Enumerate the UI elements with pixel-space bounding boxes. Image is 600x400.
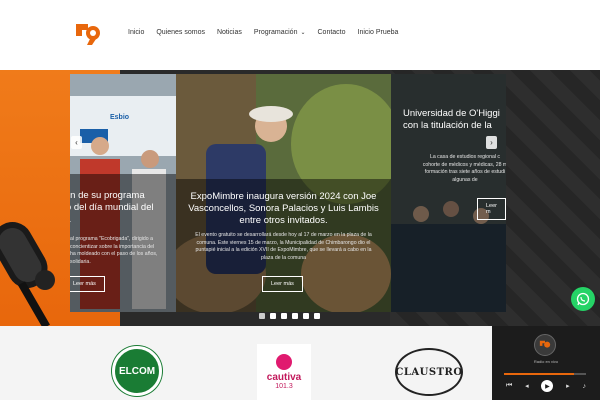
rewind-icon[interactable]: ⏮ [506,382,512,390]
nav-label: Inicio Prueba [357,29,399,36]
cautiva-logo-frequency: 101.3 [275,383,293,390]
slide-2-text: El evento gratuito se desarrollará desde… [195,232,372,261]
slide-1-text: al programa "Ecobrigada", dirigido a con… [70,236,158,265]
hero-slider: Esbio ción de su programa rco del día mu… [0,70,600,326]
player-progress-bar[interactable] [504,373,586,375]
slide-1[interactable]: Esbio ción de su programa rco del día mu… [70,74,176,312]
nav-label: Programación [253,29,298,36]
chevron-down-icon: ⌄ [300,30,306,36]
claustro-logo-text: CLAUSTRO [395,366,463,378]
page: Inicio Quienes somos Noticias Programaci… [0,0,600,400]
player-controls: ⏮ ◂ ▶ ▸ ♪ [506,380,586,392]
cautiva-logo-mark [276,354,292,370]
slider-dot[interactable] [281,313,287,319]
nav-label: Inicio [128,29,145,36]
back-icon[interactable]: ◂ [525,382,529,390]
nav-item-quienes-somos[interactable]: Quienes somos [156,29,205,36]
player-progress-fill [504,373,574,375]
slider-dot[interactable] [270,313,276,319]
main-nav: Inicio Quienes somos Noticias Programaci… [128,29,410,36]
slider-next-arrow[interactable]: › [486,136,497,149]
partners-strip: ELCOM cautiva 101.3 CLAUSTRO [0,326,492,400]
slider-dot[interactable] [292,313,298,319]
site-header: Inicio Quienes somos Noticias Programaci… [0,0,600,70]
elcom-logo-text: ELCOM [116,365,158,377]
player-logo [534,334,556,356]
slide-1-banner: Esbio [110,114,130,121]
nav-item-contacto[interactable]: Contacto [318,29,346,36]
volume-icon[interactable]: ♪ [582,383,586,390]
slider-prev-arrow[interactable]: ‹ [71,136,82,149]
nav-item-inicio[interactable]: Inicio [128,29,144,36]
slide-3[interactable]: Universidad de O'Higgi con la titulación… [391,74,506,312]
slide-3-read-more-button[interactable]: Leer m [477,198,506,220]
forward-icon[interactable]: ▸ [566,382,570,390]
player-caption: Radio en vivo [533,359,559,364]
slide-1-title: ción de su programa rco del día mundial … [70,190,154,225]
slide-2-title: ExpoMimbre inaugura versión 2024 con Joe… [188,191,379,226]
slide-2[interactable]: ExpoMimbre inaugura versión 2024 con Joe… [176,74,391,312]
partner-logo-claustro[interactable]: CLAUSTRO [395,348,463,396]
site-logo[interactable] [74,22,102,46]
nav-item-noticias[interactable]: Noticias [217,29,242,36]
slide-2-read-more-button[interactable]: Leer más [262,276,303,292]
slide-3-title: Universidad de O'Higgi con la titulación… [403,108,500,131]
slide-3-text: La casa de estudios regional c cohorte d… [422,154,506,183]
microphone-icon [0,222,55,326]
slider-dot[interactable] [259,313,265,319]
nav-label: Contacto [317,29,346,36]
nav-item-inicio-prueba[interactable]: Inicio Prueba [358,29,399,36]
slider-dot[interactable] [303,313,309,319]
nav-label: Noticias [216,29,242,36]
slider-dots [259,313,320,319]
whatsapp-button[interactable] [571,287,595,311]
nav-item-programacion[interactable]: Programación ⌄ [254,29,306,36]
whatsapp-icon [576,292,590,306]
radio-player: Radio en vivo ⏮ ◂ ▶ ▸ ♪ [492,326,600,400]
partner-logo-elcom[interactable]: ELCOM [112,346,162,396]
partner-logo-cautiva[interactable]: cautiva 101.3 [257,344,311,400]
station-logo-icon [539,340,551,348]
slide-1-read-more-button[interactable]: Leer más [70,276,105,292]
cautiva-logo-name: cautiva [266,372,302,383]
nav-label: Quienes somos [156,29,205,36]
slider-dot[interactable] [314,313,320,319]
play-button[interactable]: ▶ [541,380,554,392]
